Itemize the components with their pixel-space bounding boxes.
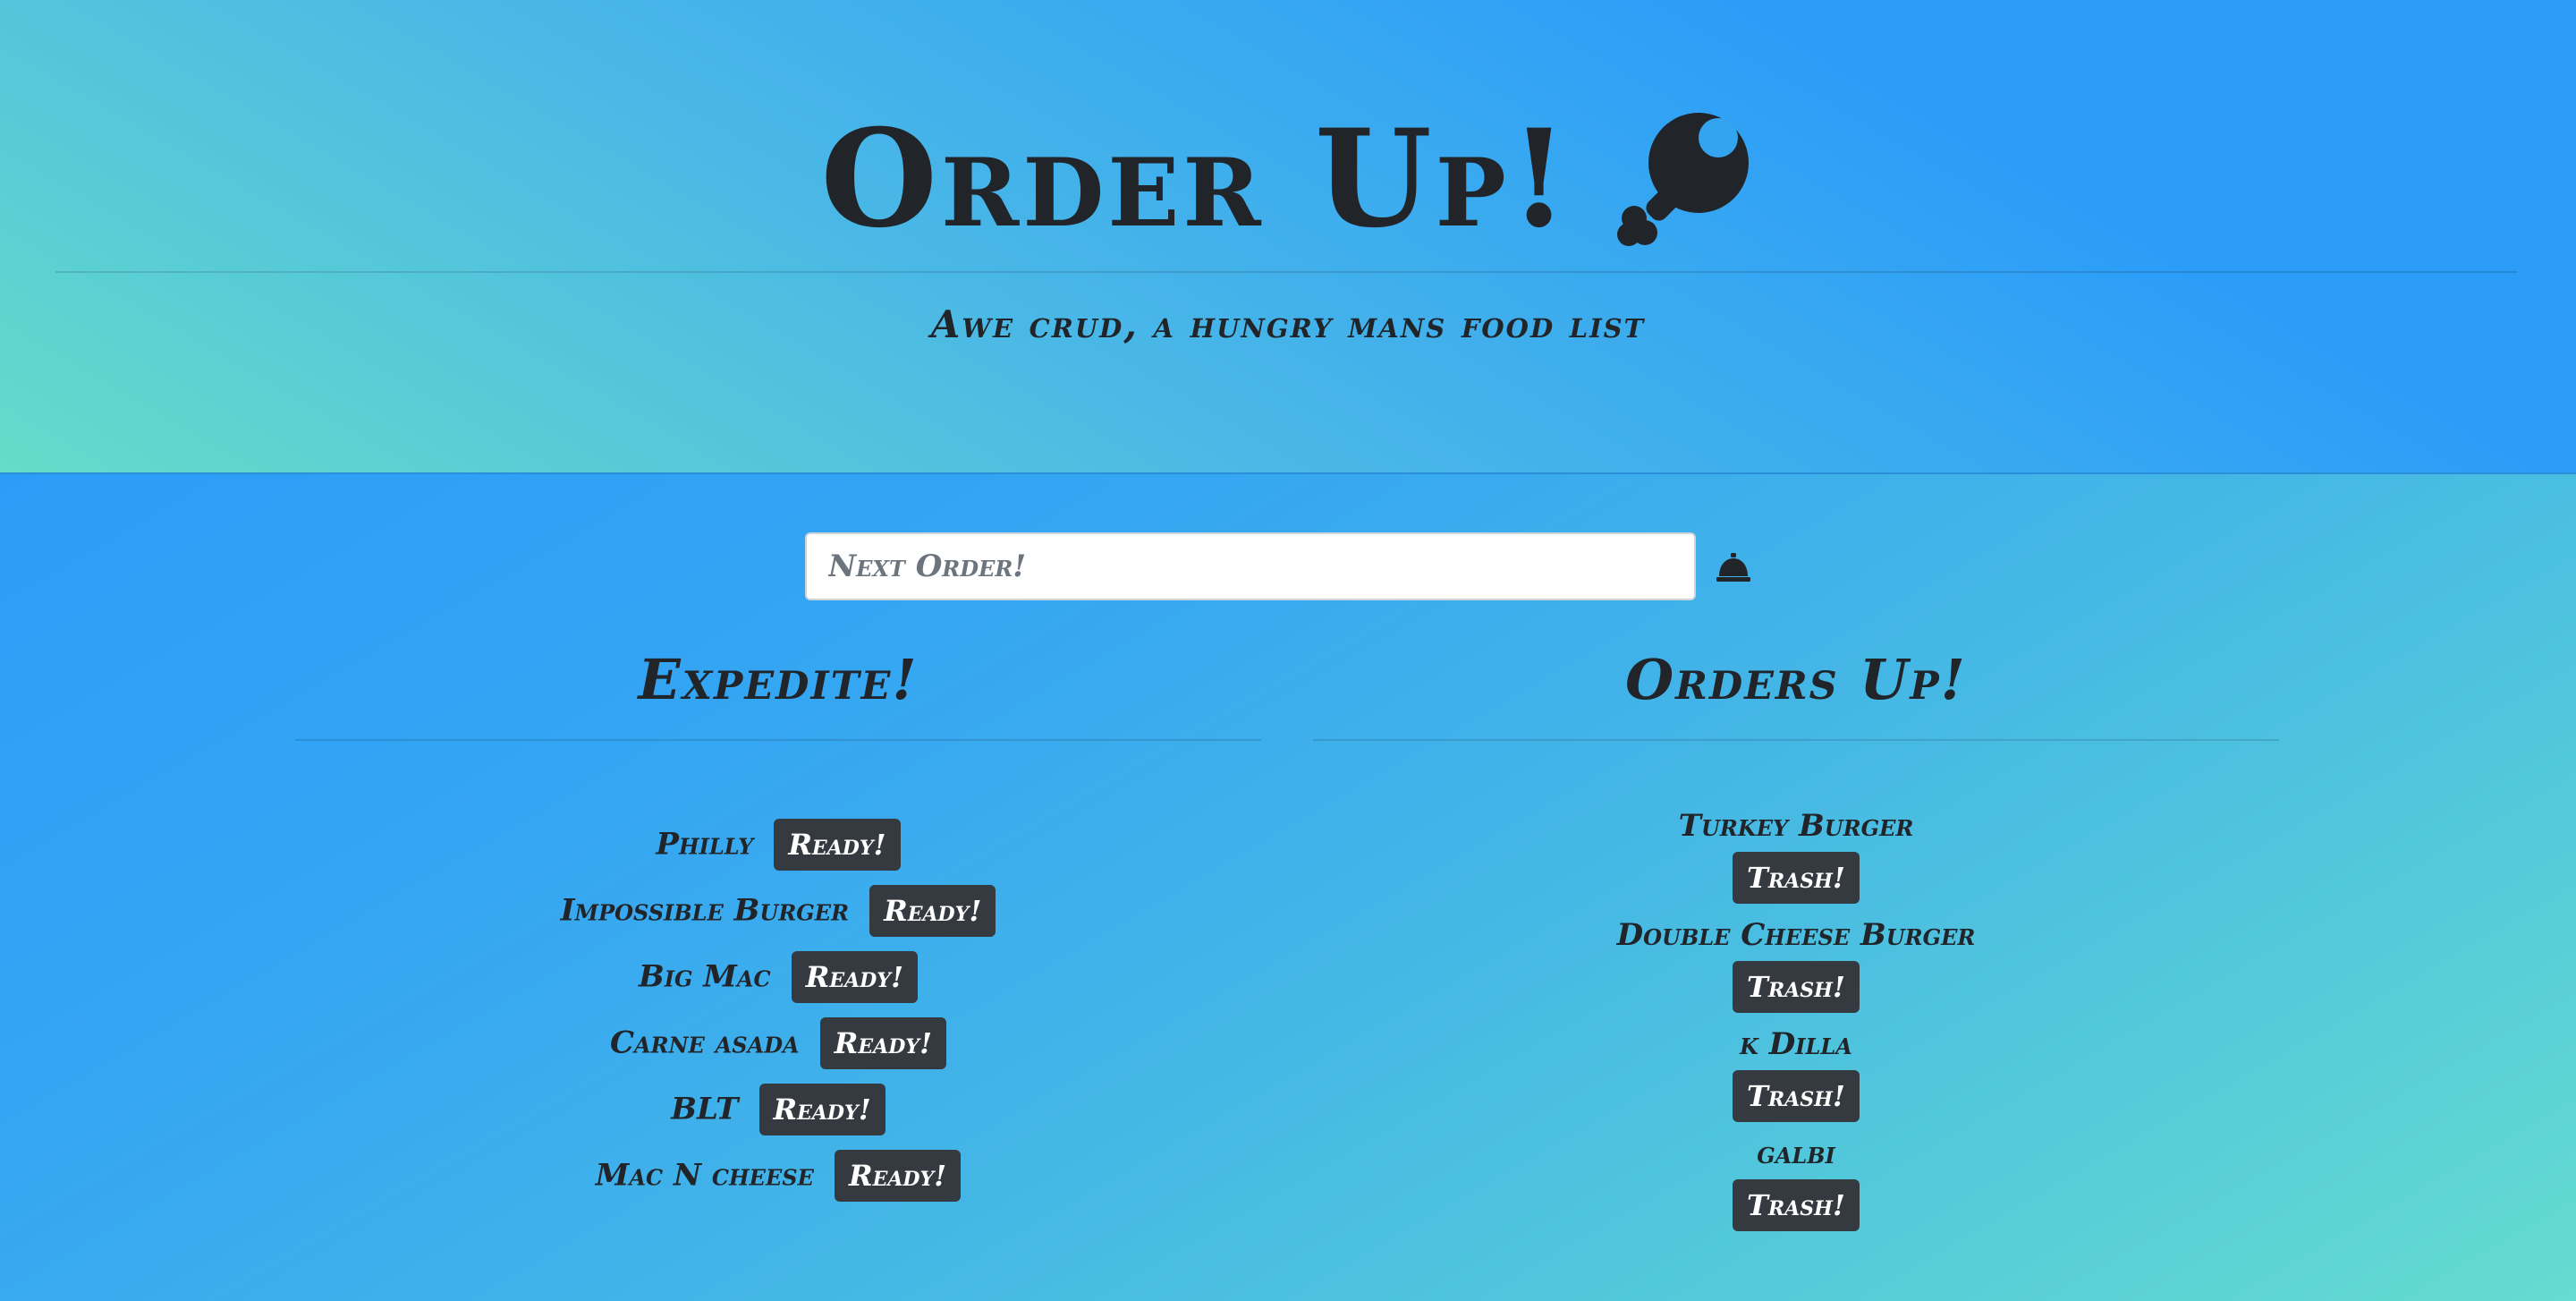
order-name: BLT (671, 1091, 739, 1127)
orders-up-heading: Orders Up! (1625, 647, 1967, 712)
list-item: BLT Ready! (295, 1081, 1261, 1147)
order-name: k Dilla (1740, 1026, 1852, 1062)
drumstick-icon (1616, 113, 1749, 246)
ready-button[interactable]: Ready! (774, 818, 901, 871)
trash-button[interactable]: Trash! (1733, 1070, 1860, 1122)
expedite-heading: Expedite! (638, 647, 919, 712)
order-name: Philly (656, 826, 754, 863)
order-name: Double Cheese Burger (1616, 917, 1976, 953)
order-name: galbi (1757, 1135, 1835, 1171)
trash-button[interactable]: Trash! (1733, 852, 1860, 904)
list-item: Philly Ready! (295, 816, 1261, 882)
order-name: Mac N cheese (595, 1157, 814, 1194)
ready-button[interactable]: Ready! (791, 950, 918, 1003)
list-item: Mac N cheese Ready! (295, 1147, 1261, 1213)
order-name: Impossible Burger (560, 892, 850, 929)
list-item: Double Cheese Burger Trash! (1313, 911, 2279, 1020)
order-name: Big Mac (638, 958, 771, 995)
list-item: Turkey Burger Trash! (1313, 802, 2279, 911)
order-name: Turkey Burger (1678, 808, 1914, 844)
bell-icon[interactable] (1714, 548, 1753, 587)
trash-button[interactable]: Trash! (1733, 1179, 1860, 1231)
next-order-input[interactable] (805, 532, 1696, 600)
ready-button[interactable]: Ready! (834, 1149, 962, 1202)
page-subtitle: Awe crud, a hungry mans food list (930, 302, 1646, 346)
list-item: k Dilla Trash! (1313, 1020, 2279, 1129)
orders-up-divider (1313, 739, 2279, 741)
expedite-divider (295, 739, 1261, 741)
orders-up-list: Turkey Burger Trash! Double Cheese Burge… (1313, 802, 2279, 1238)
page-title: Order Up! (820, 100, 1572, 258)
list-item: Impossible Burger Ready! (295, 882, 1261, 948)
list-item: Carne asada Ready! (295, 1015, 1261, 1081)
title-row: Order Up! (0, 98, 2576, 259)
ready-button[interactable]: Ready! (869, 884, 996, 937)
ready-button[interactable]: Ready! (819, 1016, 947, 1069)
trash-button[interactable]: Trash! (1733, 961, 1860, 1013)
header-jumbotron: Order Up! Awe crud, a hungry mans food l… (0, 0, 2576, 474)
order-name: Carne asada (609, 1025, 800, 1061)
ready-button[interactable]: Ready! (758, 1083, 886, 1135)
list-item: galbi Trash! (1313, 1129, 2279, 1238)
header-divider (55, 271, 2517, 273)
list-item: Big Mac Ready! (295, 948, 1261, 1015)
expedite-list: Philly Ready! Impossible Burger Ready! B… (295, 816, 1261, 1213)
